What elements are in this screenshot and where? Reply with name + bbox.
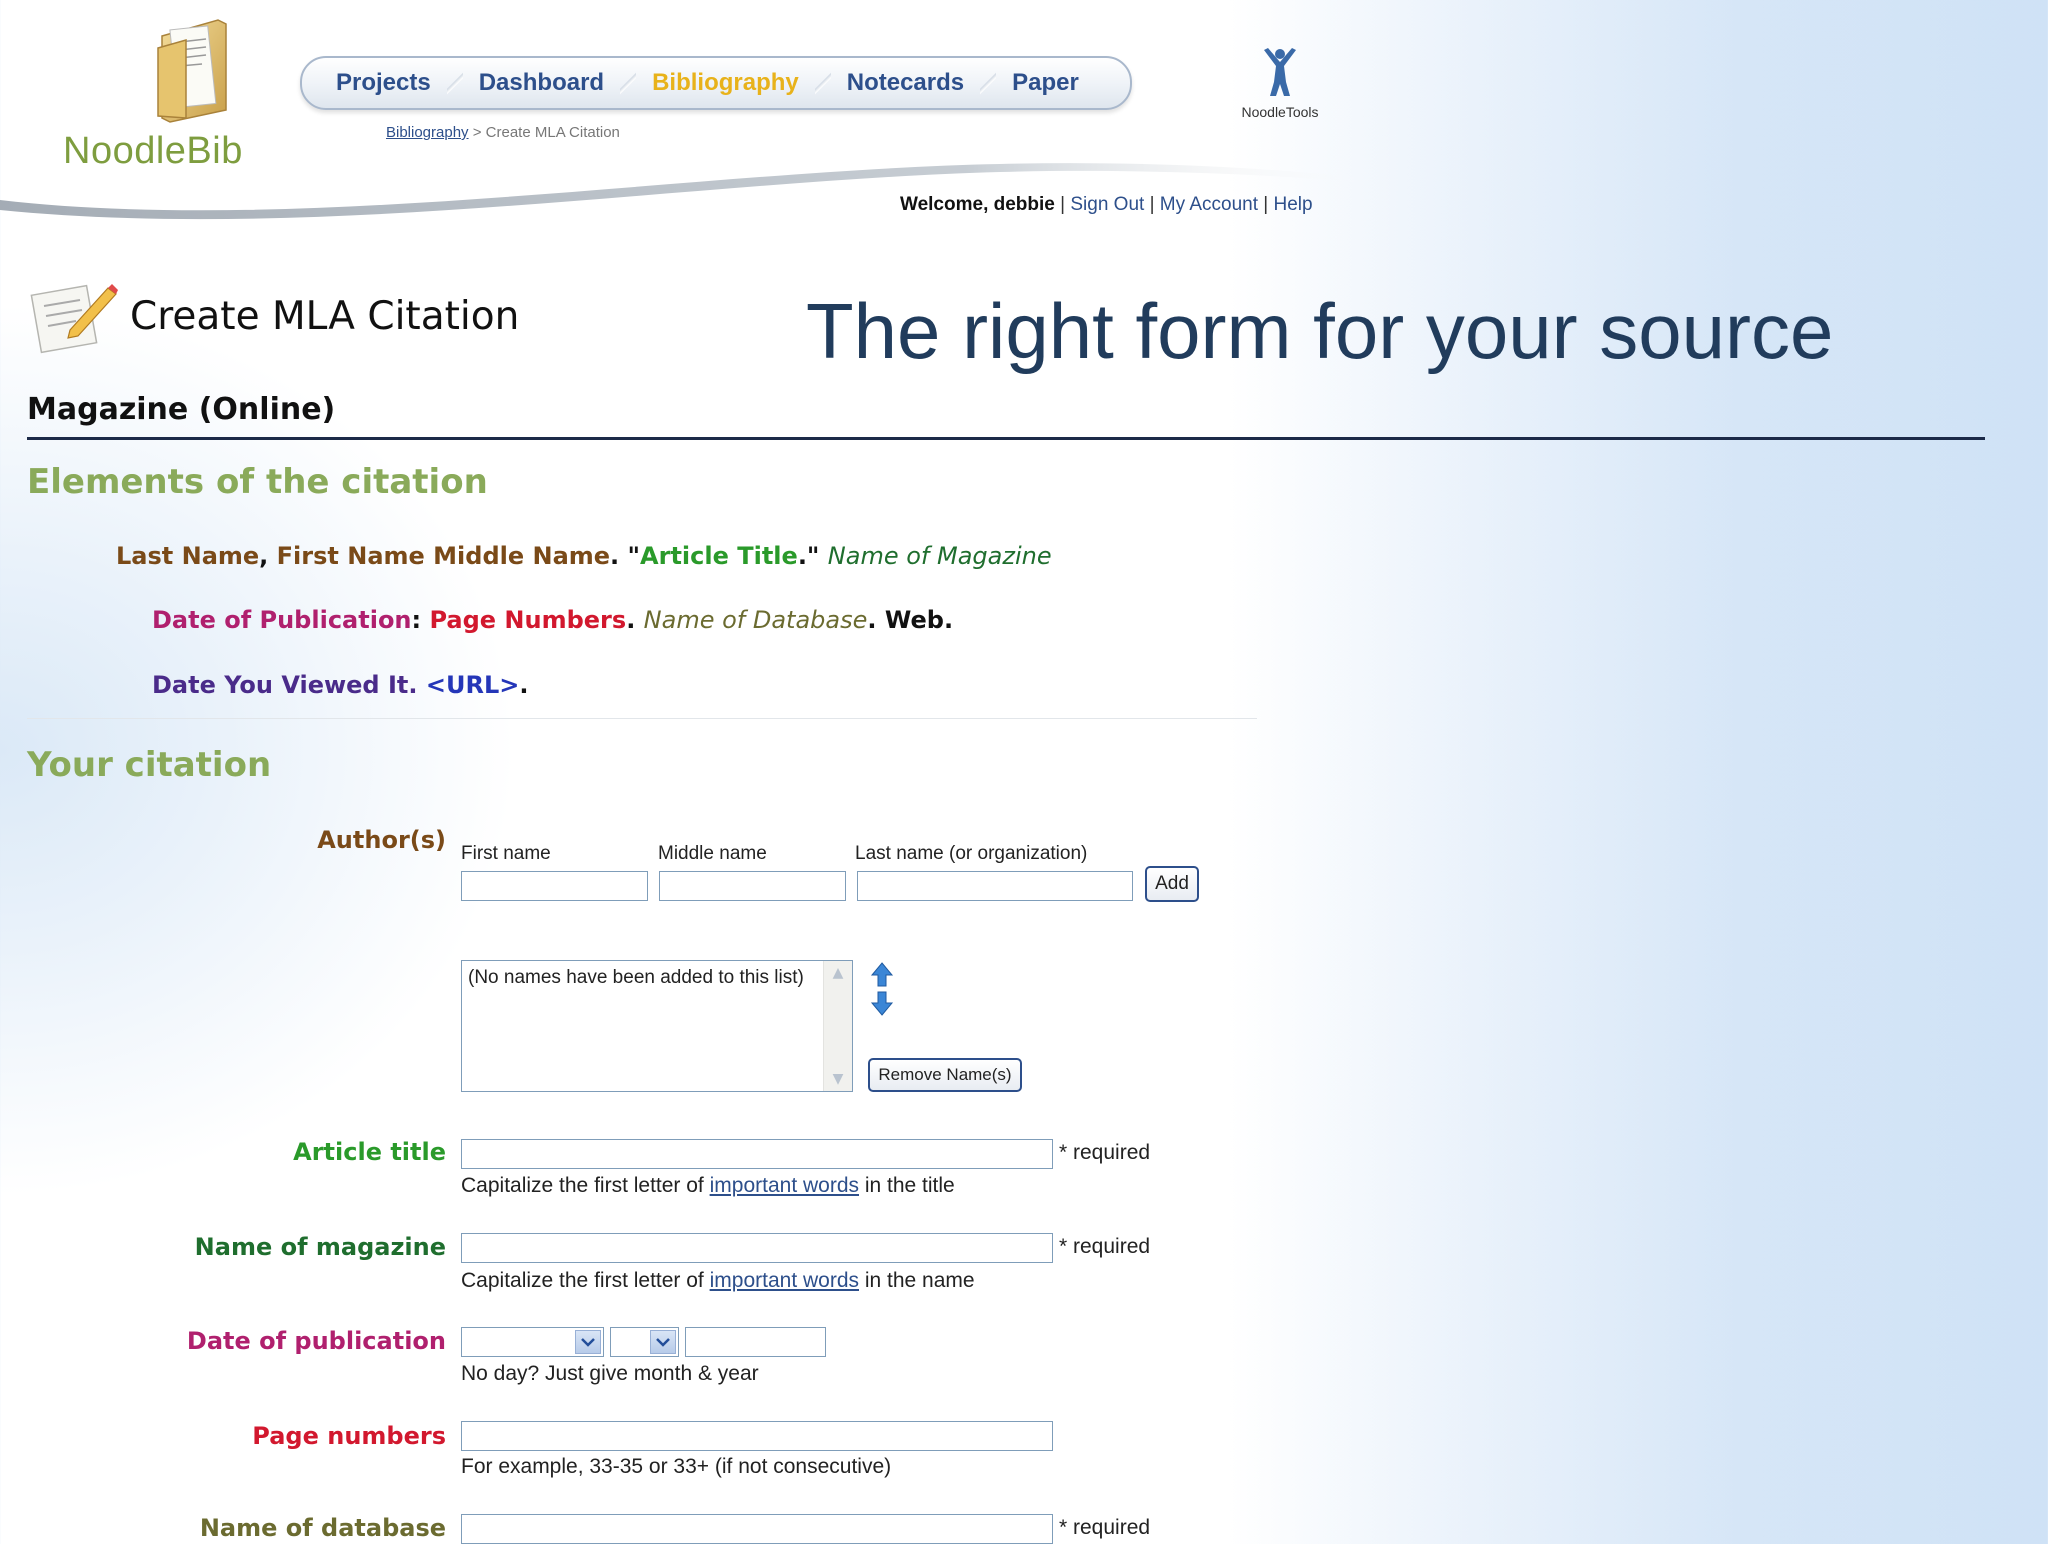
first-name-label: First name bbox=[461, 843, 551, 864]
month-select[interactable] bbox=[461, 1327, 604, 1357]
nav-projects[interactable]: Projects bbox=[302, 58, 463, 108]
remove-names-button[interactable]: Remove Name(s) bbox=[868, 1058, 1022, 1092]
day-select[interactable] bbox=[610, 1327, 679, 1357]
breadcrumb-separator: > bbox=[472, 124, 482, 141]
fmt-database: Name of Database bbox=[643, 606, 868, 634]
page-numbers-input[interactable] bbox=[461, 1421, 1053, 1451]
fmt-web: Web. bbox=[884, 606, 954, 634]
user-sep: | bbox=[1149, 194, 1155, 215]
page-title: Create MLA Citation bbox=[130, 294, 520, 339]
fmt-first-middle: First Name Middle Name bbox=[276, 542, 611, 570]
magazine-label: Name of magazine bbox=[194, 1233, 446, 1261]
nav-paper[interactable]: Paper bbox=[988, 58, 1103, 108]
page-numbers-hint: For example, 33-35 or 33+ (if not consec… bbox=[461, 1455, 892, 1478]
article-title-input[interactable] bbox=[461, 1139, 1053, 1169]
main-nav: Projects Dashboard Bibliography Notecard… bbox=[300, 56, 1132, 110]
noodletools-text: NoodleTools bbox=[1241, 104, 1319, 120]
year-input[interactable] bbox=[685, 1327, 826, 1357]
format-line-1: Last Name, First Name Middle Name. "Arti… bbox=[116, 542, 1052, 570]
article-title-hint: Capitalize the first letter of important… bbox=[461, 1174, 955, 1198]
slide-overlay-title: The right form for your source bbox=[806, 287, 1834, 375]
breadcrumb-bibliography-link[interactable]: Bibliography bbox=[386, 124, 469, 141]
article-title-required: * required bbox=[1059, 1141, 1151, 1164]
format-line-3: Date You Viewed It. <URL>. bbox=[152, 671, 528, 699]
breadcrumb: Bibliography > Create MLA Citation bbox=[386, 124, 620, 141]
fmt-magazine: Name of Magazine bbox=[827, 542, 1052, 570]
fmt-date-viewed: Date You Viewed It. bbox=[152, 671, 418, 699]
nav-dashboard[interactable]: Dashboard bbox=[455, 58, 637, 108]
fmt-pages: Page Numbers bbox=[429, 606, 627, 634]
my-account-link[interactable]: My Account bbox=[1160, 194, 1258, 215]
noodletools-logo[interactable]: NoodleTools bbox=[1222, 46, 1338, 126]
fmt-punct: . " bbox=[610, 542, 641, 570]
chevron-down-icon[interactable] bbox=[575, 1330, 601, 1354]
database-label: Name of database bbox=[199, 1514, 446, 1542]
database-required: * required bbox=[1059, 1516, 1151, 1539]
page-numbers-label: Page numbers bbox=[252, 1422, 446, 1450]
user-sep: | bbox=[1263, 194, 1269, 215]
fmt-url: <URL> bbox=[425, 671, 520, 699]
fmt-date-pub: Date of Publication bbox=[152, 606, 412, 634]
hint-text: Capitalize the first letter of bbox=[461, 1269, 710, 1292]
fmt-punct: ." bbox=[797, 542, 828, 570]
chevron-down-icon[interactable] bbox=[650, 1330, 676, 1354]
welcome-text: Welcome, debbie bbox=[900, 194, 1055, 215]
hint-text: Capitalize the first letter of bbox=[461, 1174, 710, 1197]
folder-logo-icon bbox=[157, 19, 227, 123]
important-words-link[interactable]: important words bbox=[710, 1269, 859, 1292]
fmt-punct: . bbox=[519, 671, 529, 699]
magazine-required: * required bbox=[1059, 1235, 1151, 1258]
date-hint: No day? Just give month & year bbox=[461, 1362, 759, 1385]
fmt-punct bbox=[418, 671, 426, 699]
date-publication-label: Date of publication bbox=[186, 1327, 446, 1355]
article-title-label: Article title bbox=[293, 1138, 446, 1166]
authors-label: Author(s) bbox=[317, 826, 446, 854]
section-divider bbox=[27, 718, 1257, 719]
scroll-up-icon[interactable]: ▲ bbox=[828, 963, 848, 983]
middle-name-label: Middle name bbox=[658, 843, 767, 864]
user-sep: | bbox=[1060, 194, 1066, 215]
fmt-punct: . bbox=[626, 606, 644, 634]
breadcrumb-current: Create MLA Citation bbox=[485, 124, 620, 141]
hint-text: in the title bbox=[859, 1174, 955, 1197]
person-figure-icon bbox=[1264, 48, 1296, 96]
scroll-down-icon[interactable]: ▼ bbox=[828, 1069, 848, 1089]
important-words-link[interactable]: important words bbox=[710, 1174, 859, 1197]
notepad-pencil-icon bbox=[30, 284, 118, 354]
author-list-empty-text: (No names have been added to this list) bbox=[468, 967, 804, 988]
fmt-punct: : bbox=[411, 606, 430, 634]
magazine-input[interactable] bbox=[461, 1233, 1053, 1263]
fmt-article-title: Article Title bbox=[640, 542, 798, 570]
your-citation-heading: Your citation bbox=[27, 745, 272, 785]
middle-name-input[interactable] bbox=[659, 871, 846, 901]
move-up-arrow-icon[interactable] bbox=[870, 962, 894, 987]
heading-divider bbox=[27, 437, 1985, 440]
nav-bibliography[interactable]: Bibliography bbox=[628, 58, 831, 108]
format-line-2: Date of Publication: Page Numbers. Name … bbox=[152, 606, 953, 634]
sign-out-link[interactable]: Sign Out bbox=[1070, 194, 1144, 215]
last-name-label: Last name (or organization) bbox=[855, 843, 1088, 864]
user-bar: Welcome, debbie | Sign Out | My Account … bbox=[900, 194, 1313, 216]
source-type-heading: Magazine (Online) bbox=[27, 392, 336, 427]
nav-notecards[interactable]: Notecards bbox=[823, 58, 997, 108]
author-list-scrollbar[interactable]: ▲ ▼ bbox=[823, 961, 852, 1091]
last-name-input[interactable] bbox=[857, 871, 1133, 901]
first-name-input[interactable] bbox=[461, 871, 648, 901]
magazine-hint: Capitalize the first letter of important… bbox=[461, 1269, 975, 1293]
elements-heading: Elements of the citation bbox=[27, 462, 488, 502]
move-down-arrow-icon[interactable] bbox=[870, 991, 894, 1016]
fmt-punct: , bbox=[259, 542, 277, 570]
reorder-arrows bbox=[870, 962, 894, 1016]
fmt-last-name: Last Name bbox=[116, 542, 260, 570]
database-input[interactable] bbox=[461, 1514, 1053, 1544]
hint-text: in the name bbox=[859, 1269, 975, 1292]
add-author-button[interactable]: Add bbox=[1145, 866, 1199, 902]
help-link[interactable]: Help bbox=[1274, 194, 1313, 215]
fmt-punct: . bbox=[867, 606, 885, 634]
author-list[interactable]: (No names have been added to this list) … bbox=[461, 960, 853, 1092]
